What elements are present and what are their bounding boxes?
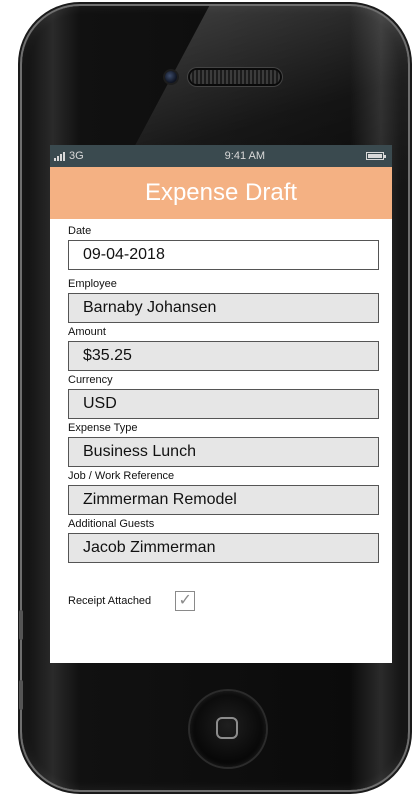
additional-guests-field[interactable]: Jacob Zimmerman: [68, 533, 379, 563]
date-field[interactable]: 09-04-2018: [68, 240, 379, 270]
employee-label: Employee: [68, 278, 117, 290]
home-button[interactable]: [190, 691, 266, 767]
receipt-attached-label: Receipt Attached: [68, 595, 152, 607]
signal-bars-icon: [54, 151, 65, 161]
earpiece-speaker: [190, 70, 280, 84]
status-left: 3G: [54, 150, 84, 162]
checkmark-icon: ✓: [178, 592, 192, 609]
home-square-icon: [216, 717, 238, 739]
amount-label: Amount: [68, 326, 106, 338]
front-camera-icon: [165, 71, 177, 83]
currency-field[interactable]: USD: [68, 389, 379, 419]
currency-label: Currency: [68, 374, 113, 386]
battery-icon: [365, 152, 386, 160]
expense-form: Date 09-04-2018 Employee Barnaby Johanse…: [50, 219, 392, 611]
status-bar: 3G 9:41 AM: [50, 145, 392, 167]
app-header: Expense Draft: [50, 167, 392, 219]
date-label: Date: [68, 225, 92, 237]
carrier-label: 3G: [69, 150, 84, 162]
job-reference-field[interactable]: Zimmerman Remodel: [68, 485, 379, 515]
expense-type-field[interactable]: Business Lunch: [68, 437, 379, 467]
receipt-row: Receipt Attached ✓: [68, 591, 379, 611]
job-reference-label: Job / Work Reference: [68, 470, 175, 482]
volume-up-button[interactable]: [19, 610, 23, 640]
receipt-attached-checkbox[interactable]: ✓: [175, 591, 196, 611]
volume-down-button[interactable]: [19, 680, 23, 710]
status-time: 9:41 AM: [224, 150, 266, 162]
employee-field[interactable]: Barnaby Johansen: [68, 293, 379, 323]
expense-type-label: Expense Type: [68, 422, 138, 434]
page-title: Expense Draft: [144, 179, 298, 206]
amount-field[interactable]: $35.25: [68, 341, 379, 371]
additional-guests-label: Additional Guests: [68, 518, 155, 530]
phone-screen: 3G 9:41 AM Expense Draft Date 09-04-2018…: [50, 145, 392, 663]
